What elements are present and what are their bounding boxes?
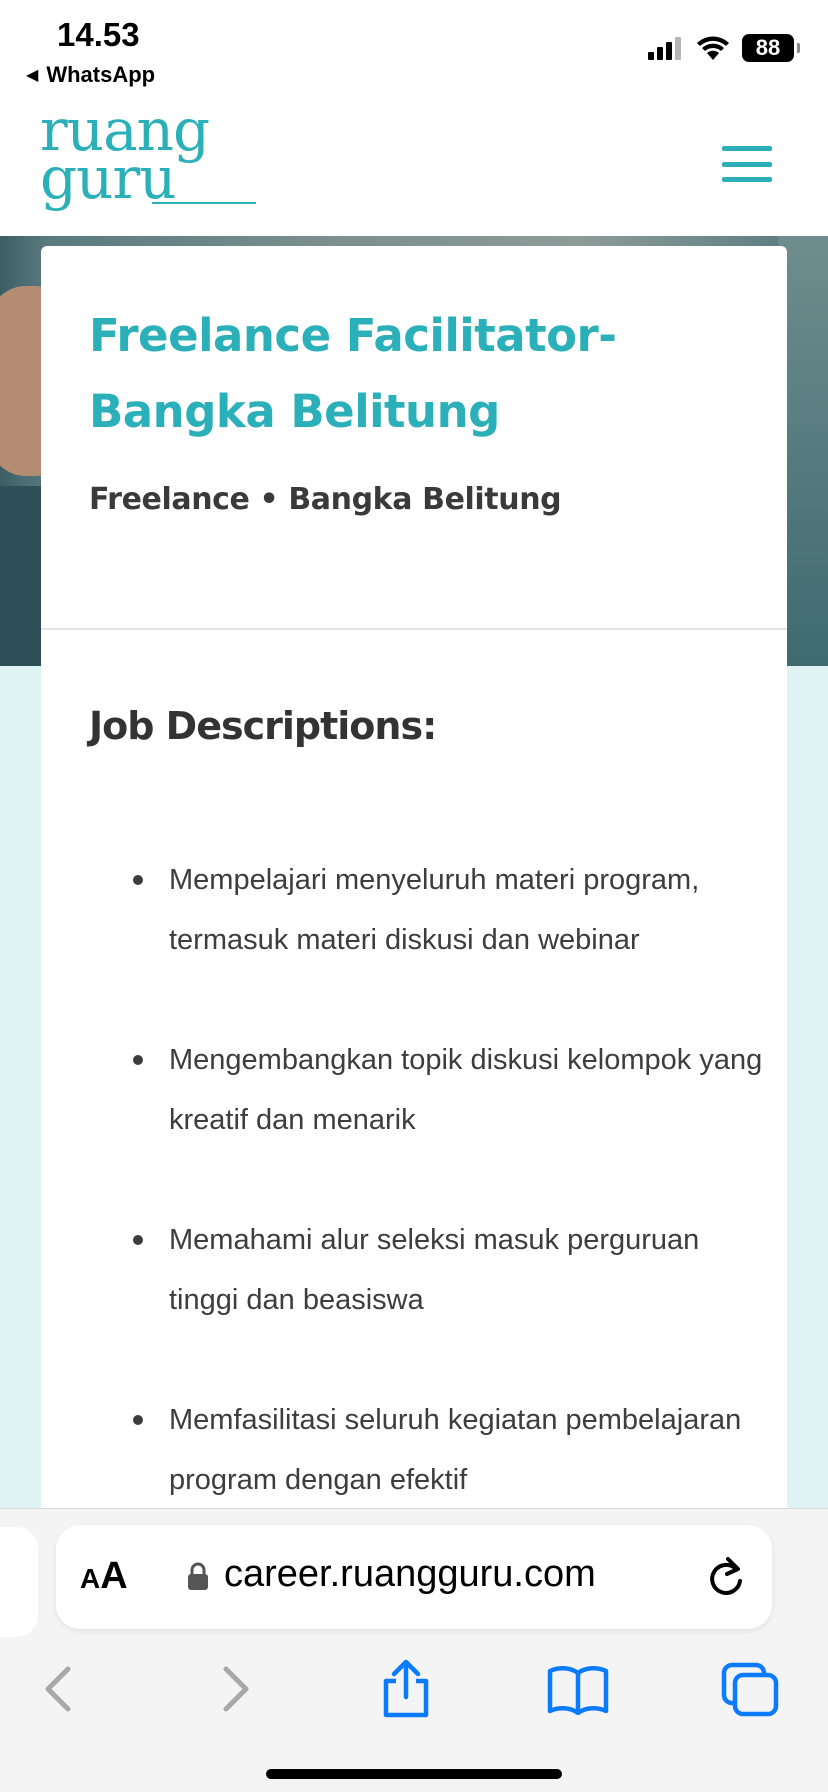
menu-line <box>722 146 772 151</box>
status-time: 14.53 <box>57 16 140 53</box>
list-item: Memahami alur seleksi masuk perguruan ti… <box>133 1210 769 1330</box>
bookmarks-button[interactable] <box>546 1657 610 1721</box>
logo-underline <box>152 202 256 204</box>
address-bar[interactable]: AA career.ruangguru.com <box>56 1525 772 1629</box>
ruangguru-logo[interactable]: ruang guru <box>40 101 256 207</box>
list-item: Mempelajari menyeluruh materi program, t… <box>133 850 769 970</box>
menu-line <box>722 177 772 182</box>
tabs-icon <box>721 1662 779 1717</box>
list-item: Memfasilitasi seluruh kegiatan pembelaja… <box>133 1390 769 1510</box>
list-item: Mengembangkan topik diskusi kelompok yan… <box>133 1030 769 1150</box>
back-to-app-link[interactable]: ◀ WhatsApp <box>26 62 155 88</box>
back-triangle-icon: ◀ <box>26 67 39 84</box>
cellular-signal-icon <box>648 37 681 60</box>
status-icons: 88 <box>648 34 800 62</box>
reload-icon[interactable] <box>706 1555 746 1599</box>
aa-small: A <box>80 1563 101 1594</box>
card-divider <box>41 628 787 630</box>
wifi-icon <box>697 36 729 60</box>
chevron-left-icon <box>45 1666 71 1712</box>
lock-icon <box>188 1562 208 1590</box>
aa-large: A <box>100 1555 128 1597</box>
hamburger-menu-icon[interactable] <box>722 146 772 182</box>
menu-line <box>722 161 772 167</box>
battery-icon: 88 <box>742 34 800 62</box>
url-text: career.ruangguru.com <box>224 1553 596 1595</box>
battery-level: 88 <box>755 35 781 60</box>
status-bar: 14.53 ◀ WhatsApp 88 <box>0 0 828 100</box>
home-indicator[interactable] <box>266 1769 562 1779</box>
site-header: ruang guru <box>0 100 828 236</box>
job-card: Freelance Facilitator-Bangka Belitung Fr… <box>41 246 787 1546</box>
browser-toolbar: AA career.ruangguru.com <box>0 1508 828 1792</box>
back-button[interactable] <box>26 1657 90 1721</box>
share-icon <box>383 1659 429 1718</box>
book-icon <box>547 1666 609 1715</box>
browser-nav-row <box>0 1649 828 1729</box>
job-meta: Freelance • Bangka Belitung <box>89 482 562 517</box>
section-title: Job Descriptions: <box>89 704 437 748</box>
job-title: Freelance Facilitator-Bangka Belitung <box>89 309 617 438</box>
tabs-button[interactable] <box>718 1657 782 1721</box>
chevron-right-icon <box>223 1666 249 1712</box>
job-description-list: Mempelajari menyeluruh materi program, t… <box>133 850 769 1570</box>
previous-tab-preview[interactable] <box>0 1527 38 1637</box>
reader-text-size-button[interactable]: AA <box>80 1555 128 1598</box>
forward-button[interactable] <box>204 1657 268 1721</box>
share-button[interactable] <box>374 1657 438 1721</box>
back-app-label: WhatsApp <box>46 62 156 87</box>
